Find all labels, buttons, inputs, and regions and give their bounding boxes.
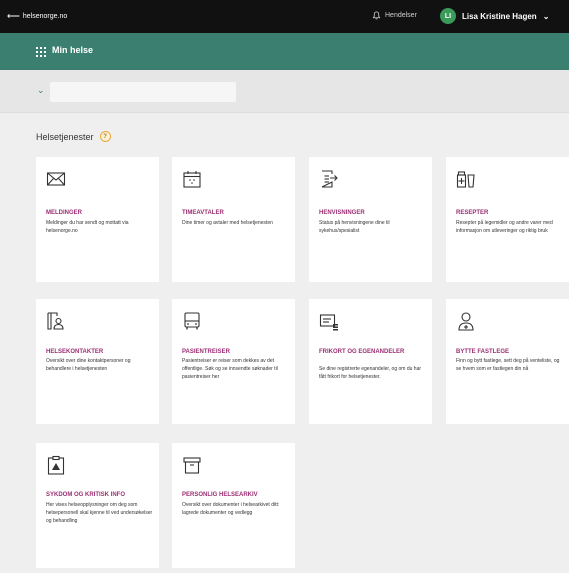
section-heading: Helsetjenester ? [36, 131, 111, 142]
card-description: Dine timer og avtaler med helsetjenesten [182, 220, 273, 226]
card-title: PASIENTREISER [182, 349, 230, 355]
card-sykdom-og-kritisk-info[interactable]: SYKDOM OG KRITISK INFO Her vises helseop… [36, 443, 159, 568]
archive-box-icon [183, 457, 201, 474]
envelope-icon [46, 172, 66, 186]
referral-document-icon [321, 170, 338, 188]
bell-icon [372, 11, 381, 20]
user-name: Lisa Kristine Hagen [462, 11, 537, 21]
card-meldinger[interactable]: MELDINGER Meldinger du har sendt og mott… [36, 157, 159, 282]
chevron-down-icon[interactable]: ⌄ [37, 85, 45, 96]
card-frikort-og-egenandeler[interactable]: FRIKORT OG EGENANDELER Se dine registrer… [309, 299, 432, 424]
card-title: SYKDOM OG KRITISK INFO [46, 492, 126, 498]
profile-select-field[interactable] [50, 82, 236, 102]
events-label: Hendelser [385, 12, 417, 19]
card-pasientreiser[interactable]: PASIENTREISER Pasientreiser er reiser so… [172, 299, 295, 424]
chevron-down-icon: ⌄ [542, 11, 550, 21]
arrow-left-icon: ⟵ [7, 11, 20, 21]
card-title: MELDINGER [46, 210, 82, 216]
card-title: BYTTE FASTLEGE [456, 349, 510, 355]
top-navigation-bar: ⟵ helsenorge.no Hendelser LI Lisa Kristi… [0, 0, 569, 33]
avatar: LI [440, 8, 456, 24]
card-title: RESEPTER [456, 210, 489, 216]
card-description: Meldinger du har sendt og mottatt via he… [46, 220, 129, 234]
card-coins-icon [319, 314, 338, 331]
bus-icon [184, 312, 200, 330]
card-henvisninger[interactable]: HENVISNINGER Status på henvisningene din… [309, 157, 432, 282]
card-title: FRIKORT OG EGENANDELER [319, 349, 405, 355]
page-title: Min helse [52, 45, 94, 55]
card-title: HELSEKONTAKTER [46, 349, 104, 355]
card-description: Oversikt over dine kontaktpersoner og be… [46, 358, 131, 372]
events-button[interactable]: Hendelser [372, 11, 417, 20]
doctor-icon [458, 312, 474, 331]
card-description: Status på henvisningene dine til sykehus… [319, 220, 390, 234]
card-description: Resepter på legemidler og andre varer me… [456, 220, 553, 234]
back-to-helsenorge-link[interactable]: ⟵ helsenorge.no [7, 11, 68, 21]
card-title: HENVISNINGER [319, 210, 365, 216]
app-title-bar: Min helse [0, 33, 569, 70]
card-title: PERSONLIG HELSEARKIV [182, 492, 258, 498]
profile-selector-bar: ⌄ [0, 70, 569, 113]
card-personlig-helsearkiv[interactable]: PERSONLIG HELSEARKIV Oversikt over dokum… [172, 443, 295, 568]
apps-grid-icon[interactable] [36, 47, 46, 57]
card-helsekontakter[interactable]: HELSEKONTAKTER Oversikt over dine kontak… [36, 299, 159, 424]
card-description: Pasientreiser er reiser som dekkes av de… [182, 358, 278, 380]
card-description: Finn og bytt fastlege, sett deg på vente… [456, 358, 560, 372]
contacts-icon [47, 312, 64, 330]
critical-info-icon [47, 455, 65, 475]
help-icon[interactable]: ? [99, 131, 111, 142]
user-menu-button[interactable]: LI Lisa Kristine Hagen ⌄ [440, 8, 549, 24]
card-description: Her vises helseopplysninger om deg som h… [46, 502, 153, 524]
prescription-icon [456, 171, 475, 188]
card-timeavtaler[interactable]: TIMEAVTALER Dine timer og avtaler med he… [172, 157, 295, 282]
card-description: Oversikt over dokumenter i helsearkivet … [182, 502, 280, 516]
card-description: Se dine registrerte egenandeler, og om d… [319, 366, 422, 380]
card-bytte-fastlege[interactable]: BYTTE FASTLEGE Finn og bytt fastlege, se… [446, 299, 569, 424]
card-title: TIMEAVTALER [182, 210, 224, 216]
card-resepter[interactable]: RESEPTER Resepter på legemidler og andre… [446, 157, 569, 282]
back-link-label: helsenorge.no [22, 12, 68, 20]
calendar-icon [183, 171, 201, 188]
section-title: Helsetjenester [36, 131, 94, 142]
